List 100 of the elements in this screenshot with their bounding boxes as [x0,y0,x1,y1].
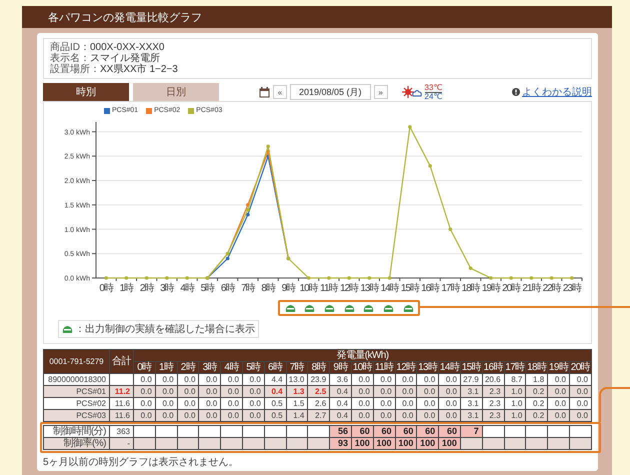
table-cell: 1.5 [286,397,308,409]
calendar-icon[interactable] [259,86,270,98]
table-cell: 0.0 [220,373,242,385]
table-cell [110,373,134,385]
table-cell: 7 [460,425,482,437]
data-point [368,276,372,280]
data-point [489,276,493,280]
table-cell: 0.0 [155,373,178,385]
table-cell: 0.0 [351,397,374,409]
high-temperature: 33℃ [424,84,442,92]
data-point [408,125,412,129]
previous-button[interactable]: « [273,85,287,99]
axis-label: 19時 [482,283,500,294]
table-cell: 27.9 [460,373,482,385]
column-header: 合計 [110,349,134,373]
table-cell: 13.0 [286,373,308,385]
table-cell: 0.0 [134,373,156,385]
axis-label: 13時 [360,283,378,294]
indicator-icon [62,324,73,334]
table-cell: 0.0 [395,397,417,409]
data-point [448,227,452,232]
table-cell: 0.0 [155,397,178,409]
table-cell: 4.4 [264,373,286,385]
column-header: 発電量(kWh) [134,349,592,361]
table-cell: 3.6 [330,373,352,385]
axis-label: 14時 [380,283,399,294]
table-cell: 0.0 [220,397,242,409]
data-point [530,276,534,280]
table-cell: 11.6 [110,397,134,409]
table-cell: 3.1 [460,397,482,409]
table-cell: 2.3 [482,397,504,409]
data-point [185,276,189,280]
axis-label: 22時 [542,283,561,294]
table-cell: 60 [373,425,396,437]
table-cell: 0.0 [351,373,374,385]
row-header: PCS#01 [44,385,110,397]
table-cell: 0.2 [526,397,548,409]
axis-label: 17時 [441,283,460,294]
axis-label: 20時 [502,283,520,294]
table-cell: 363 [110,425,134,437]
page-title: 各パワコンの発電量比較グラフ [48,10,202,24]
data-point [570,276,574,280]
table-cell: 2.6 [308,397,330,409]
row-header: PCS#03 [44,409,110,421]
table-cell: 0.0 [569,373,592,385]
data-point [104,276,108,280]
table-cell: 0.4 [330,397,352,409]
table-cell: 0.0 [134,397,156,409]
tab[interactable]: 時別 [43,83,129,101]
next-button[interactable]: » [374,85,388,99]
table-cell: 23.9 [308,373,330,385]
tab[interactable]: 日別 [133,83,219,101]
table-cell: 60 [351,425,374,437]
axis-label: 3時 [160,283,174,294]
data-point [468,266,472,270]
table-cell: 0.0 [242,397,264,409]
row-header: PCS#02 [44,397,110,409]
table-cell: 0.0 [548,397,570,409]
table-cell: 0.0 [198,373,221,385]
sun-cloud-icon [402,86,422,98]
data-point [388,276,392,280]
info-value: スマイル発電所 [90,53,160,64]
table-cell: 0.0 [373,397,396,409]
table-cell: 60 [395,425,417,437]
axis-label: 16時 [421,283,440,294]
table-cell: 56 [330,425,352,437]
row-header: 制御時間(分) [44,425,110,437]
info-label: 設置場所： [50,64,100,75]
table-cell: 0.0 [416,397,439,409]
data-point [144,276,148,280]
axis-label: 4時 [180,283,194,294]
table-cell: 0.0 [177,397,199,409]
table-cell: 1.0 [504,397,526,409]
data-point [124,276,128,280]
table-cell: 0.0 [569,397,592,409]
help-icon [512,88,520,96]
table-cell: 0.5 [264,397,286,409]
table-cell: 0.0 [548,373,570,385]
axis-label: 0時 [99,283,113,294]
axis-label: 5時 [200,283,214,294]
data-point [327,276,331,280]
data-point [165,276,169,280]
axis-label: 12時 [340,283,358,294]
axis-label: 11時 [320,283,338,294]
note-text: ：出力制御の実績を確認した場合に表示 [75,322,255,336]
table-cell: 0.0 [373,373,396,385]
data-point [306,276,310,280]
axis-label: 1時 [120,283,134,294]
axis-label: 15時 [400,283,419,294]
help-link[interactable]: よくわかる説明 [522,85,592,99]
footnote: 5ヶ月以前の時別グラフは表示されません。 [43,456,240,468]
axis-label: 7時 [241,283,255,294]
axis-label: 23時 [562,283,581,294]
table-cell: 0.0 [438,397,460,409]
date-field[interactable]: 2019/08/05 (月) [290,84,371,100]
column-header: 0001-791-5279 [44,349,110,373]
table-cell: 1.8 [526,373,548,385]
axis-label: 10時 [300,283,318,294]
table-cell: 0.0 [438,373,460,385]
axis-label: 21時 [522,283,540,294]
